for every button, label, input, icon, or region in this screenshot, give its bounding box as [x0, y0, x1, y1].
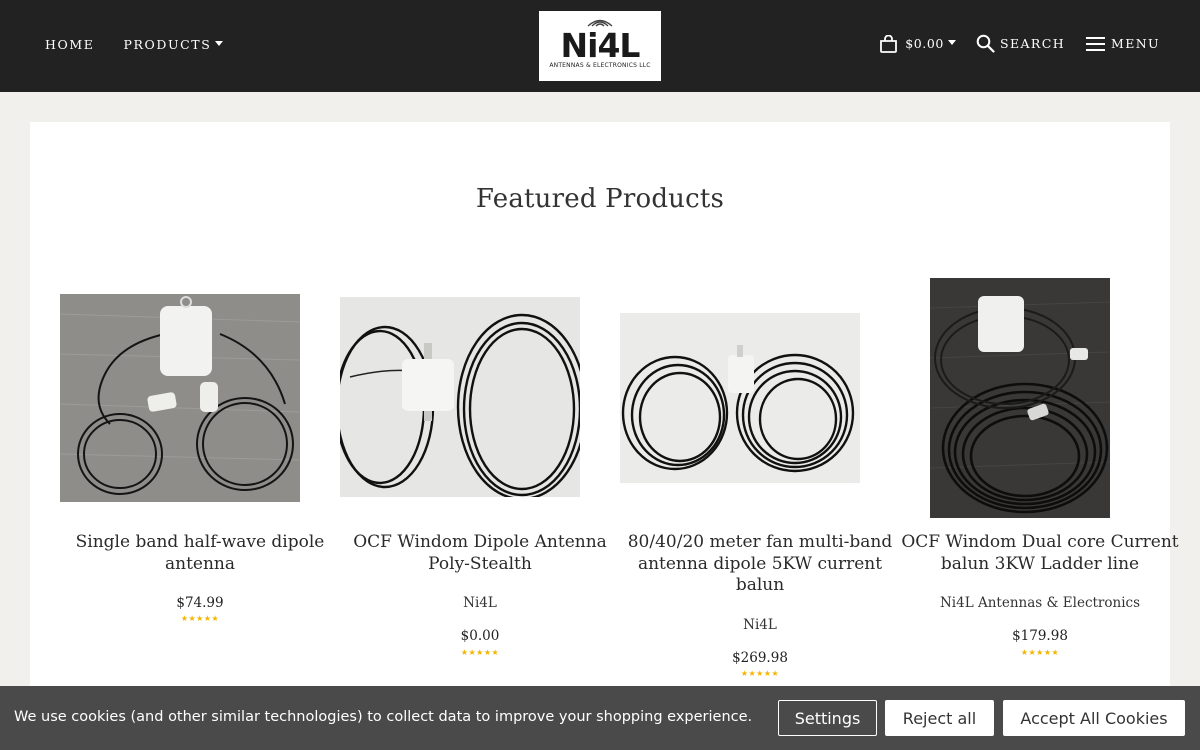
cookie-accept-all-button[interactable]: Accept All Cookies — [1003, 700, 1185, 736]
product-price: $269.98 — [732, 650, 788, 666]
search-icon — [976, 34, 995, 53]
product-price: $179.98 — [1012, 628, 1068, 644]
product-vendor: Ni4L — [463, 595, 497, 611]
nav-home-link[interactable]: HOME — [45, 37, 94, 52]
product-rating-stars: ★★★★★ — [1020, 648, 1060, 657]
product-vendor: Ni4L Antennas & Electronics — [939, 595, 1141, 611]
search-label: SEARCH — [1000, 36, 1065, 51]
product-price: $74.99 — [176, 595, 224, 611]
product-price: $0.00 — [460, 628, 500, 644]
product-image[interactable] — [620, 313, 860, 483]
cookie-settings-button[interactable]: Settings — [778, 700, 877, 736]
cart-icon — [879, 34, 898, 53]
cart-button[interactable]: $0.00 — [879, 34, 956, 53]
product-rating-stars: ★★★★★ — [180, 614, 220, 623]
caret-down-icon — [948, 40, 956, 45]
logo-wordmark: Ni4L — [560, 26, 641, 65]
site-logo[interactable]: Ni4L ANTENNAS & ELECTRONICS LLC — [539, 11, 661, 81]
product-image[interactable] — [60, 294, 300, 502]
nav-products-link[interactable]: PRODUCTS — [123, 37, 224, 52]
caret-down-icon — [215, 41, 224, 46]
cookie-reject-all-button[interactable]: Reject all — [885, 700, 994, 736]
header-actions: $0.00 SEARCH MENU — [879, 34, 1160, 53]
site-header: HOME PRODUCTS Ni4L ANTENNAS & ELECTRONIC… — [0, 0, 1200, 92]
cookie-message: We use cookies (and other similar techno… — [14, 709, 753, 725]
section-title: Featured Products — [475, 184, 725, 214]
product-rating-stars: ★★★★★ — [460, 648, 500, 657]
logo-subtitle: ANTENNAS & ELECTRONICS LLC — [549, 62, 651, 69]
featured-products-section: Featured Products Single band half-wave … — [30, 122, 1179, 750]
cart-total: $0.00 — [905, 36, 944, 51]
product-title[interactable]: Single band half-wave dipole antenna — [60, 532, 340, 575]
signal-waves-icon — [587, 19, 613, 27]
product-image[interactable] — [340, 297, 580, 497]
product-vendor: Ni4L — [743, 617, 777, 633]
product-title[interactable]: 80/40/20 meter fan multi-band antenna di… — [620, 532, 900, 597]
menu-button[interactable]: MENU — [1086, 36, 1160, 51]
product-title[interactable]: OCF Windom Dipole Antenna Poly-Stealth — [340, 532, 620, 575]
search-button[interactable]: SEARCH — [976, 34, 1065, 53]
product-rating-stars: ★★★★★ — [740, 669, 780, 678]
product-image[interactable] — [930, 278, 1110, 518]
product-title[interactable]: OCF Windom Dual core Current balun 3KW L… — [900, 532, 1180, 575]
hamburger-icon — [1086, 36, 1105, 51]
nav-products-label: PRODUCTS — [123, 37, 212, 52]
cookie-banner: We use cookies (and other similar techno… — [0, 686, 1200, 750]
main-nav: HOME PRODUCTS — [45, 37, 224, 52]
menu-label: MENU — [1111, 36, 1160, 51]
